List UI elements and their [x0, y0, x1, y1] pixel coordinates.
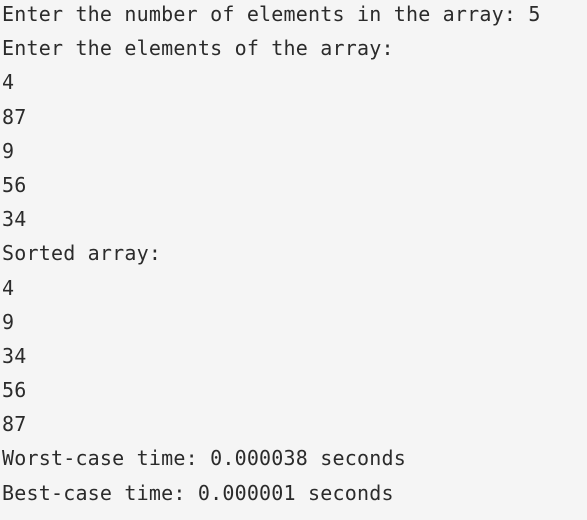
- sorted-element: 87: [2, 412, 27, 437]
- sorted-element: 34: [2, 343, 27, 368]
- sorted-element: 9: [2, 309, 15, 334]
- worst-case-time: Worst-case time: 0.000038 seconds: [2, 446, 406, 471]
- input-element: 34: [2, 207, 27, 232]
- sorted-element: 56: [2, 378, 27, 403]
- best-case-time: Best-case time: 0.000001 seconds: [2, 480, 394, 505]
- sorted-element: 4: [2, 275, 15, 300]
- input-element: 9: [2, 138, 15, 163]
- prompt-enter-elements: Enter the elements of the array:: [2, 36, 394, 61]
- sorted-array-heading: Sorted array:: [2, 241, 162, 266]
- input-element: 87: [2, 104, 27, 129]
- input-element: 4: [2, 70, 15, 95]
- input-element: 56: [2, 172, 27, 197]
- console-output: Enter the number of elements in the arra…: [0, 0, 587, 520]
- prompt-element-count: Enter the number of elements in the arra…: [2, 2, 541, 26]
